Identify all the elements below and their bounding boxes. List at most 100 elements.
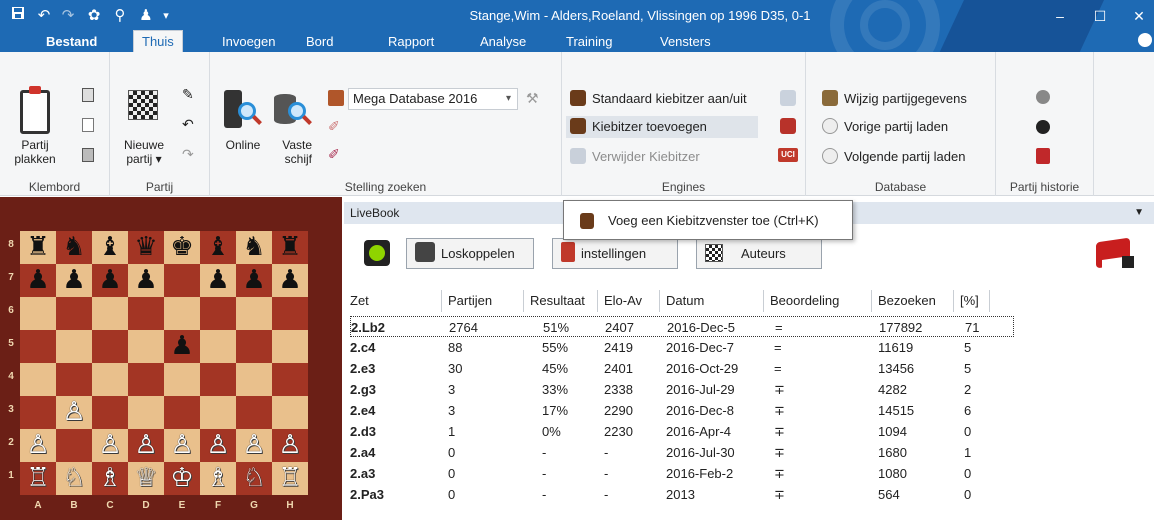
black-piece[interactable]: ♟ bbox=[170, 331, 193, 361]
white-piece[interactable]: ♙ bbox=[62, 397, 85, 427]
tab-bestand[interactable]: Bestand bbox=[38, 31, 105, 52]
black-piece[interactable]: ♚ bbox=[170, 232, 193, 262]
new-game-icon[interactable] bbox=[128, 90, 158, 120]
black-piece[interactable]: ♟ bbox=[278, 265, 301, 295]
vaste-schijf-button[interactable]: Vaste schijf bbox=[268, 138, 312, 166]
board-square[interactable]: ♝ bbox=[200, 231, 236, 264]
board-square[interactable] bbox=[56, 429, 92, 462]
board-square[interactable] bbox=[200, 396, 236, 429]
board-copy-icon[interactable] bbox=[82, 148, 94, 162]
board-square[interactable] bbox=[56, 363, 92, 396]
board-square[interactable]: ♞ bbox=[236, 231, 272, 264]
board-square[interactable]: ♝ bbox=[92, 231, 128, 264]
black-piece[interactable]: ♜ bbox=[278, 232, 301, 262]
authors-button[interactable]: Auteurs bbox=[696, 238, 822, 269]
board-square[interactable]: ♙ bbox=[164, 429, 200, 462]
board-square[interactable] bbox=[92, 363, 128, 396]
white-piece[interactable]: ♗ bbox=[206, 463, 229, 493]
black-piece[interactable]: ♟ bbox=[62, 265, 85, 295]
col-header-bezoeken[interactable]: Bezoeken bbox=[872, 290, 954, 312]
white-piece[interactable]: ♙ bbox=[26, 430, 49, 460]
board-square[interactable] bbox=[56, 297, 92, 330]
board-square[interactable] bbox=[272, 330, 308, 363]
tab-vensters[interactable]: Vensters bbox=[652, 31, 719, 52]
maximize-button[interactable]: ☐ bbox=[1085, 6, 1115, 26]
bulb-icon[interactable]: ♟ bbox=[136, 6, 156, 26]
white-piece[interactable]: ♕ bbox=[134, 463, 157, 493]
edit-icon[interactable]: ✎ bbox=[182, 86, 194, 103]
undo-icon[interactable]: ↶ bbox=[34, 6, 54, 26]
col-header-resultaat[interactable]: Resultaat bbox=[524, 290, 598, 312]
add-kibitzer-button[interactable]: Kiebitzer toevoegen bbox=[566, 116, 758, 138]
next-game-button[interactable]: Volgende partij laden bbox=[822, 146, 965, 168]
customize-icon[interactable]: ▾ bbox=[156, 6, 176, 26]
new-game-button[interactable]: Nieuwe partij ▾ bbox=[112, 138, 176, 166]
tab-invoegen[interactable]: Invoegen bbox=[214, 31, 284, 52]
board-square[interactable]: ♙ bbox=[20, 429, 56, 462]
board-square[interactable] bbox=[236, 363, 272, 396]
black-piece[interactable]: ♟ bbox=[98, 265, 121, 295]
search-tool-icon[interactable]: ⚒ bbox=[526, 90, 539, 107]
redo-icon[interactable]: ↷ bbox=[58, 6, 78, 26]
panel-menu-icon[interactable]: ▼ bbox=[1134, 202, 1144, 224]
black-piece[interactable]: ♞ bbox=[242, 232, 265, 262]
table-row[interactable]: 2.g3 3 33% 2338 2016-Jul-29 ∓ 4282 2 bbox=[350, 379, 1014, 400]
copy-icon[interactable] bbox=[82, 88, 94, 102]
table-row[interactable]: 2.e3 30 45% 2401 2016-Oct-29 = 13456 5 bbox=[350, 358, 1014, 379]
board-square[interactable]: ♙ bbox=[200, 429, 236, 462]
edit-game-data-button[interactable]: Wijzig partijgegevens bbox=[822, 88, 967, 110]
close-button[interactable]: ✕ bbox=[1124, 6, 1154, 26]
history-book-icon[interactable] bbox=[1036, 148, 1050, 164]
board-square[interactable] bbox=[236, 297, 272, 330]
white-piece[interactable]: ♗ bbox=[98, 463, 121, 493]
paste-game-button[interactable]: Partij plakken bbox=[4, 138, 66, 166]
table-row[interactable]: 2.d3 1 0% 2230 2016-Apr-4 ∓ 1094 0 bbox=[350, 421, 1014, 442]
white-piece[interactable]: ♙ bbox=[206, 430, 229, 460]
board-square[interactable] bbox=[272, 396, 308, 429]
board-square[interactable] bbox=[200, 297, 236, 330]
board-square[interactable]: ♟ bbox=[200, 264, 236, 297]
board-square[interactable]: ♖ bbox=[272, 462, 308, 495]
col-header-elo-av[interactable]: Elo-Av bbox=[598, 290, 660, 312]
black-piece[interactable]: ♝ bbox=[206, 232, 229, 262]
white-piece[interactable]: ♙ bbox=[134, 430, 157, 460]
black-piece[interactable]: ♜ bbox=[26, 232, 49, 262]
history-back-icon[interactable] bbox=[1036, 90, 1050, 104]
white-piece[interactable]: ♖ bbox=[26, 463, 49, 493]
board-square[interactable]: ♜ bbox=[272, 231, 308, 264]
board-square[interactable] bbox=[236, 396, 272, 429]
board-square[interactable] bbox=[272, 297, 308, 330]
help-icon[interactable] bbox=[1138, 33, 1152, 47]
clipboard-icon[interactable] bbox=[20, 86, 50, 134]
table-row[interactable]: 2.c4 88 55% 2419 2016-Dec-7 = 11619 5 bbox=[350, 337, 1014, 358]
board-square[interactable] bbox=[128, 330, 164, 363]
chess-board[interactable]: ♜ ♞ ♝ ♛ ♚ ♝ ♞ ♜ ♟ ♟ ♟ ♟ ♟ ♟ ♟ ♟ ♙ ♙ ♙ ♙ ♙ ♙ ♙ ♙ ♖ ♘ ♗ ♕ ♔ ♗ ♘ ♖ bbox=[20, 231, 308, 495]
disconnect-button[interactable]: Loskoppelen bbox=[406, 238, 534, 269]
board-square[interactable]: ♟ bbox=[92, 264, 128, 297]
board-square[interactable]: ♞ bbox=[56, 231, 92, 264]
online-search-icon[interactable] bbox=[224, 90, 262, 132]
col-header-beoordeling[interactable]: Beoordeling bbox=[764, 290, 872, 312]
tab-thuis[interactable]: Thuis bbox=[133, 30, 183, 52]
white-piece[interactable]: ♖ bbox=[278, 463, 301, 493]
board-square[interactable] bbox=[164, 396, 200, 429]
black-piece[interactable]: ♝ bbox=[98, 232, 121, 262]
tab-bord[interactable]: Bord bbox=[298, 31, 341, 52]
tab-rapport[interactable]: Rapport bbox=[380, 31, 442, 52]
prev-game-button[interactable]: Vorige partij laden bbox=[822, 116, 948, 138]
black-piece[interactable]: ♛ bbox=[134, 232, 157, 262]
col-header-zet[interactable]: Zet bbox=[344, 290, 442, 312]
white-piece[interactable]: ♙ bbox=[98, 430, 121, 460]
board-square[interactable]: ♙ bbox=[56, 396, 92, 429]
board-square[interactable] bbox=[164, 363, 200, 396]
board-square[interactable]: ♚ bbox=[164, 231, 200, 264]
position-search-icon[interactable]: ✐ bbox=[328, 118, 340, 135]
white-piece[interactable]: ♘ bbox=[62, 463, 85, 493]
board-square[interactable]: ♟ bbox=[128, 264, 164, 297]
board-square[interactable]: ♘ bbox=[236, 462, 272, 495]
undo-game-icon[interactable]: ↶ bbox=[182, 116, 194, 133]
board-square[interactable] bbox=[236, 330, 272, 363]
table-row[interactable]: 2.Pa3 0 - - 2013 ∓ 564 0 bbox=[350, 484, 1014, 505]
table-row[interactable]: 2.Lb2 2764 51% 2407 2016-Dec-5 = 177892 71 bbox=[350, 316, 1014, 337]
board-square[interactable]: ♖ bbox=[20, 462, 56, 495]
